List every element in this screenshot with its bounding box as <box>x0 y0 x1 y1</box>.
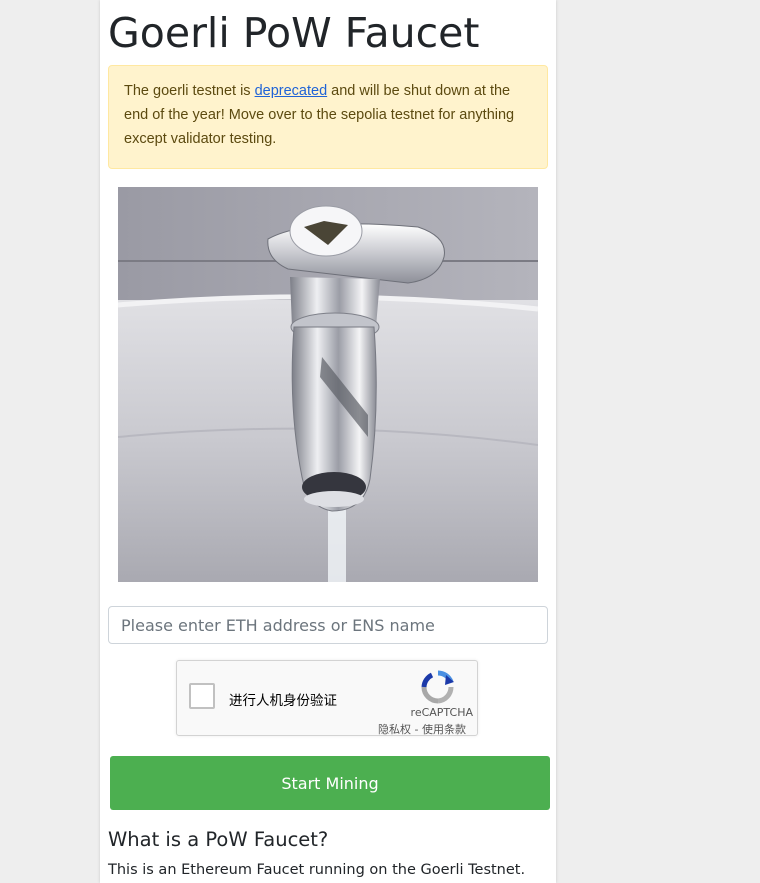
faucet-image <box>118 187 538 582</box>
eth-address-input[interactable] <box>108 606 548 644</box>
recaptcha-checkbox[interactable] <box>189 683 215 709</box>
deprecated-link[interactable]: deprecated <box>255 83 328 99</box>
start-mining-button[interactable]: Start Mining <box>110 756 550 810</box>
recaptcha-icon <box>421 670 454 704</box>
faucet-photo <box>118 187 538 582</box>
info-heading: What is a PoW Faucet? <box>108 828 329 851</box>
faucet-page: Goerli PoW Faucet The goerli testnet is … <box>100 0 556 883</box>
deprecation-alert: The goerli testnet is deprecated and wil… <box>108 65 548 169</box>
info-text: This is an Ethereum Faucet running on th… <box>108 862 526 878</box>
recaptcha-links: 隐私权 - 使用条款 <box>378 721 466 737</box>
privacy-link[interactable]: 隐私权 <box>378 723 411 736</box>
page-title: Goerli PoW Faucet <box>108 9 480 57</box>
terms-link[interactable]: 使用条款 <box>422 723 466 736</box>
recaptcha-label: 进行人机身份验证 <box>229 693 337 709</box>
recaptcha-widget: 进行人机身份验证 reCAPTCHA 隐私权 - 使用条款 <box>176 660 478 736</box>
link-separator: - <box>411 723 422 736</box>
alert-text-before: The goerli testnet is <box>124 83 255 99</box>
recaptcha-brand: reCAPTCHA <box>410 706 473 719</box>
